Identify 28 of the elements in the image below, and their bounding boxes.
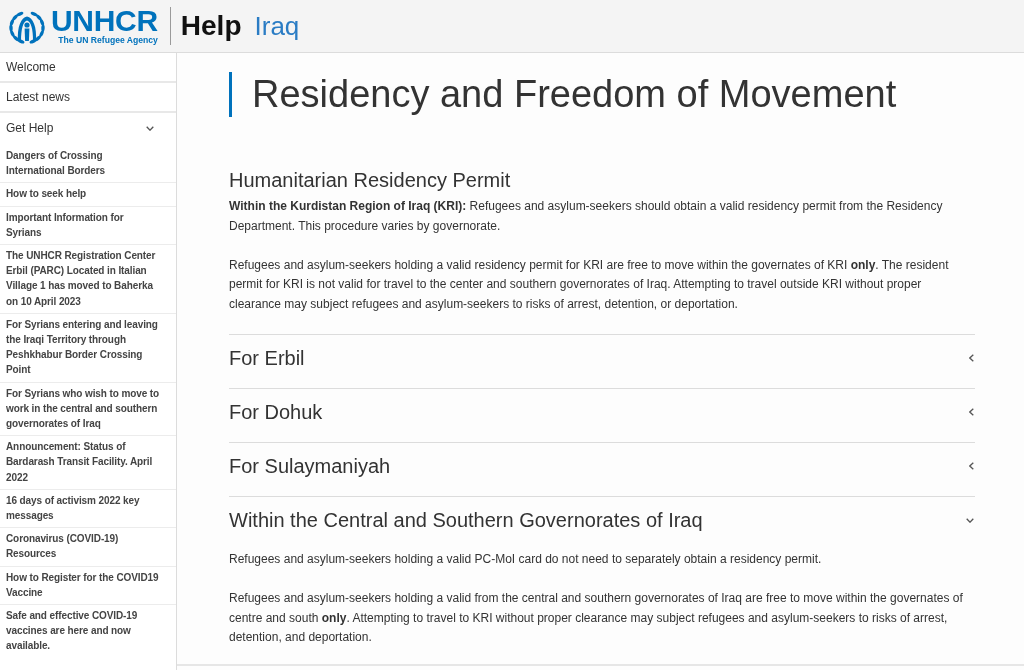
nav-sublink[interactable]: 16 days of activism 2022 key messages <box>0 489 176 529</box>
body-paragraph: Refugees and asylum-seekers holding a valid residency permit for KRI are free to move within the governates of KRI only. The resident permit for KRI is not valid for travel to the center and southern governorates of Iraq. Attempting to travel outside KRI without proper clearance may subject refugees and asylum-seekers to risks of arrest, detention, or deportation. <box>229 256 950 313</box>
country-name: Iraq <box>254 10 300 42</box>
nav-sublink[interactable]: Safe and effective COVID-19 vaccines are here and now available. <box>0 605 176 658</box>
nav-sublink[interactable]: Coronavirus (COVID-19) Resources <box>0 528 176 567</box>
accordion-header[interactable]: For Sulaymaniyah <box>229 443 975 489</box>
logo-tagline: The UN Refugee Agency <box>58 34 158 45</box>
nav-sublink[interactable]: Important Information for Syrians <box>0 206 176 245</box>
nav-sublink[interactable]: How to Register for the COVID19 Vaccine <box>0 566 176 606</box>
nav-sublink[interactable]: For Syrians entering and leaving the Iraqi Territory through Peshkhabur Border Crossing Point <box>0 313 176 383</box>
body-paragraph: Refugees and asylum-seekers holding a valid from the central and southern governorates of Iraq are free to move within the governates of centre and south only. Attempting to travel to KRI without proper clearance may subject refugees and asylum-seekers to risks of arrest, detention, and deportation. <box>229 590 964 646</box>
accordion-header[interactable]: Within the Central and Southern Governorates of Iraq <box>229 497 975 543</box>
section-heading: Humanitarian Residency Permit <box>229 168 512 193</box>
logo-wordmark: UNHCR <box>51 7 158 34</box>
accordion-header[interactable]: For Erbil <box>229 335 975 381</box>
accordion-header[interactable]: For Dohuk <box>229 389 975 435</box>
page-title: Residency and Freedom of Movement <box>229 72 975 117</box>
site-title: Help <box>180 10 242 42</box>
body-paragraph: Within the Kurdistan Region of Iraq (KRI): Refugees and asylum-seekers should obtain a valid residency permit from the Residency Department. This procedure varies by governorate. <box>229 198 944 235</box>
nav-link[interactable]: Latest news <box>0 83 176 113</box>
nav-sublink[interactable]: The UNHCR Registration Center Erbil (PARC) Located in Italian Village 1 has moved to Baherka on 10 April 2023 <box>0 245 176 314</box>
nav-sublink[interactable]: For Syrians who wish to move to work in the central and southern governorates of Iraq <box>0 382 176 437</box>
nav-sublink[interactable]: Dangers of Crossing International Borders <box>0 145 176 184</box>
nav-sublink[interactable]: How to seek help <box>0 183 176 207</box>
body-paragraph: Refugees and asylum-seekers holding a valid PC-MoI card do not need to separately obtain a residency permit. <box>229 551 823 568</box>
nav-link[interactable]: Get Help <box>0 113 176 143</box>
nav-sublink[interactable]: Announcement: Status of Bardarash Transit Facility. April 2022 <box>0 436 176 490</box>
nav-link[interactable]: Welcome <box>0 53 176 83</box>
